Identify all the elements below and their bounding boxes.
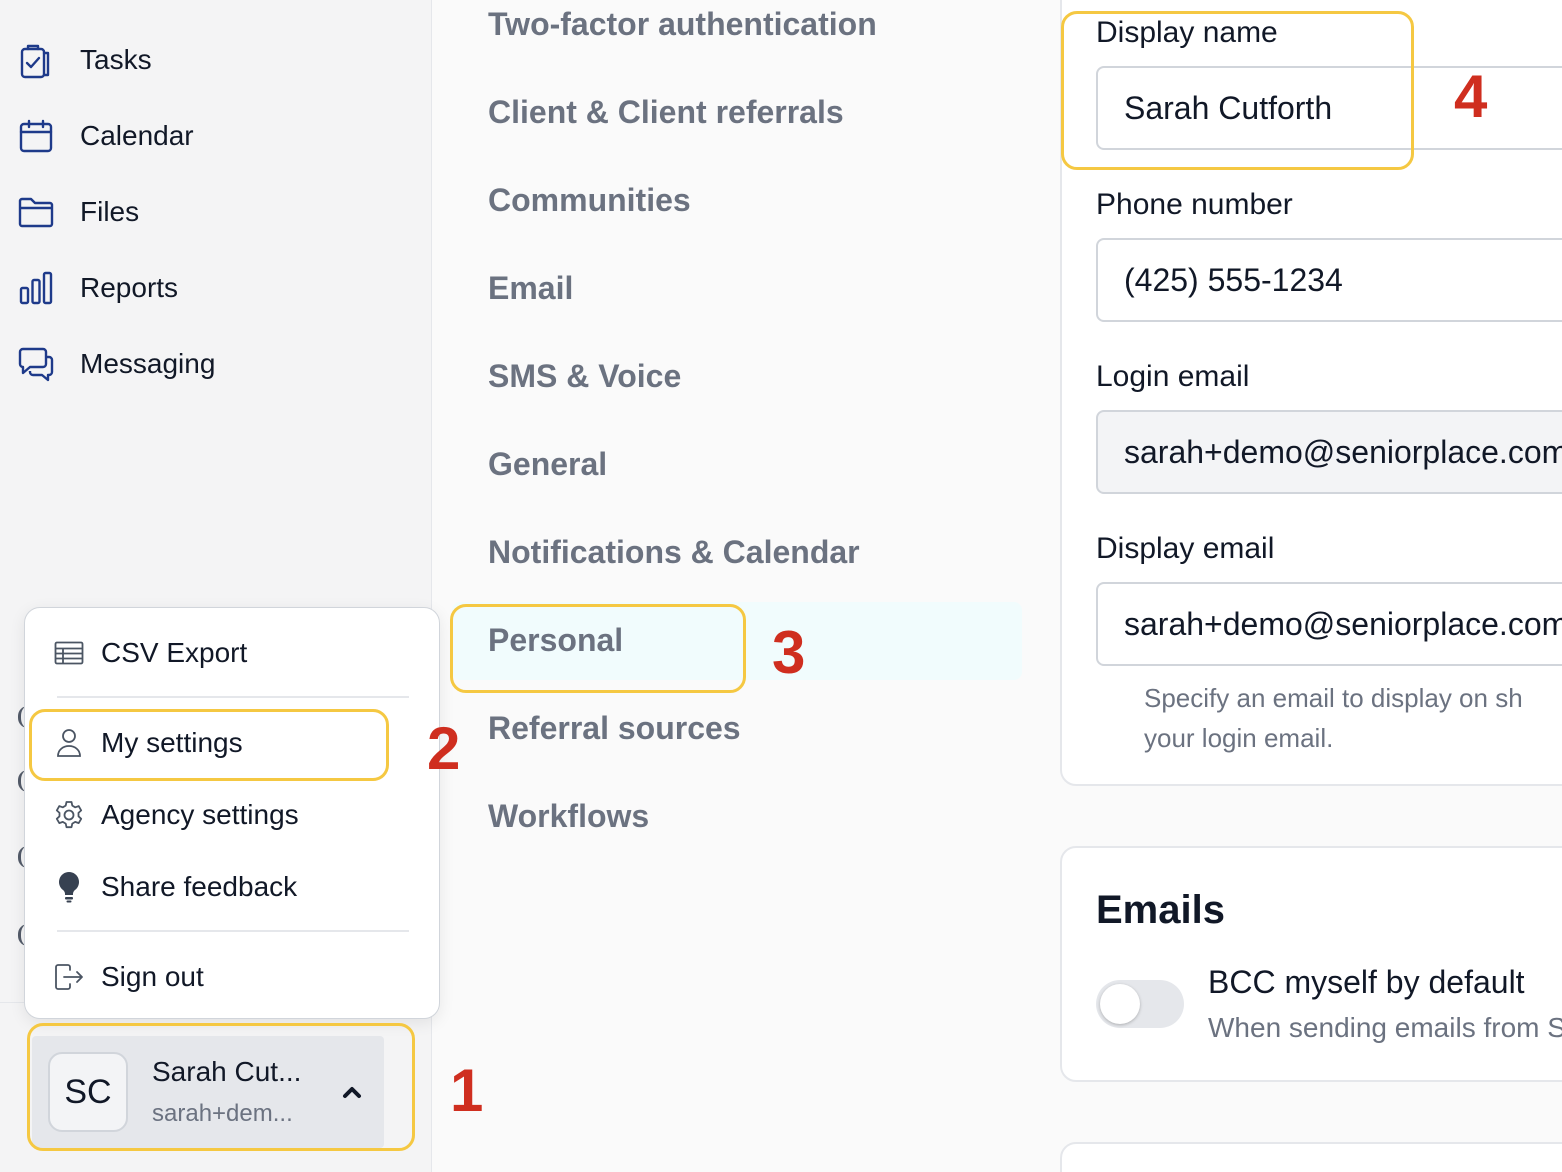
clipboard-check-icon — [16, 40, 56, 80]
user-email: sarah+dem... — [152, 1100, 293, 1127]
display-email-input[interactable] — [1096, 582, 1562, 666]
calendar-icon — [16, 116, 56, 156]
menu-item-csv-export[interactable]: CSV Export — [25, 623, 439, 683]
menu-divider — [57, 696, 409, 698]
user-name: Sarah Cut... — [152, 1056, 302, 1087]
bcc-toggle[interactable] — [1096, 980, 1184, 1028]
menu-label: Sign out — [101, 961, 204, 992]
step-number-2: 2 — [427, 715, 461, 782]
settings-link-workflows[interactable]: Workflows — [488, 798, 649, 835]
menu-label: My settings — [101, 727, 243, 758]
menu-item-agency-settings[interactable]: Agency settings — [25, 785, 439, 845]
nav-label: Calendar — [80, 120, 194, 151]
nav-item-reports[interactable]: Reports — [0, 258, 430, 318]
menu-label: Share feedback — [101, 871, 298, 902]
settings-link-two-factor[interactable]: Two-factor authentication — [488, 6, 877, 43]
nav-label: Messaging — [80, 348, 216, 379]
settings-link-referral-sources[interactable]: Referral sources — [488, 710, 741, 747]
step-number-1: 1 — [450, 1057, 484, 1124]
login-email-label: Login email — [1096, 360, 1250, 393]
nav-item-calendar[interactable]: Calendar — [0, 106, 430, 166]
table-icon — [53, 637, 85, 669]
lightbulb-icon — [53, 871, 85, 903]
toggle-knob — [1100, 984, 1140, 1024]
settings-link-notifications[interactable]: Notifications & Calendar — [488, 534, 860, 571]
user-account-button[interactable]: SC Sarah Cut... sarah+dem... — [32, 1036, 384, 1148]
menu-item-my-settings[interactable]: My settings — [25, 713, 439, 773]
display-email-label: Display email — [1096, 532, 1275, 565]
settings-link-communities[interactable]: Communities — [488, 182, 691, 219]
settings-link-email[interactable]: Email — [488, 270, 573, 307]
menu-divider — [57, 930, 409, 932]
avatar: SC — [48, 1052, 128, 1132]
nav-item-files[interactable]: Files — [0, 182, 430, 242]
sign-out-icon — [53, 961, 85, 993]
display-email-helper-line1: Specify an email to display on sh — [1144, 683, 1523, 713]
folder-icon — [16, 192, 56, 232]
user-icon — [53, 727, 85, 759]
settings-link-personal[interactable]: Personal — [488, 622, 623, 659]
nav-item-messaging[interactable]: Messaging — [0, 334, 430, 394]
nav-label: Reports — [80, 272, 179, 303]
bcc-description: When sending emails from S — [1208, 1012, 1562, 1043]
login-email-input[interactable] — [1096, 410, 1562, 494]
emails-card: Emails BCC myself by default When sendin… — [1060, 846, 1562, 1082]
step-number-4: 4 — [1454, 63, 1488, 130]
next-card — [1060, 1142, 1562, 1172]
phone-number-label: Phone number — [1096, 188, 1293, 221]
chat-bubbles-icon — [16, 344, 56, 384]
chevron-up-icon — [343, 1087, 361, 1098]
display-name-input[interactable] — [1096, 66, 1562, 150]
menu-item-share-feedback[interactable]: Share feedback — [25, 857, 439, 917]
display-email-helper-line2: your login email. — [1144, 723, 1334, 753]
gear-icon — [53, 799, 85, 831]
user-menu-popup: CSV Export My settings Agency settings S… — [24, 607, 440, 1019]
nav-label: Files — [80, 196, 140, 227]
personal-settings-panel: Display name Phone number Login email Di… — [1060, 0, 1562, 1172]
emails-card-title: Emails — [1096, 888, 1225, 932]
menu-label: Agency settings — [101, 799, 299, 830]
settings-link-client-referrals[interactable]: Client & Client referrals — [488, 94, 844, 131]
bcc-label: BCC myself by default — [1208, 964, 1525, 1000]
nav-item-tasks[interactable]: Tasks — [0, 30, 430, 90]
settings-navigation: Two-factor authentication Client & Clien… — [432, 0, 1060, 1172]
display-name-label: Display name — [1096, 16, 1278, 49]
menu-label: CSV Export — [101, 637, 248, 668]
menu-item-sign-out[interactable]: Sign out — [25, 947, 439, 1007]
phone-number-input[interactable] — [1096, 238, 1562, 322]
settings-link-general[interactable]: General — [488, 446, 607, 483]
settings-link-sms-voice[interactable]: SMS & Voice — [488, 358, 681, 395]
nav-label: Tasks — [80, 44, 152, 75]
bar-chart-icon — [16, 268, 56, 308]
step-number-3: 3 — [772, 619, 806, 686]
